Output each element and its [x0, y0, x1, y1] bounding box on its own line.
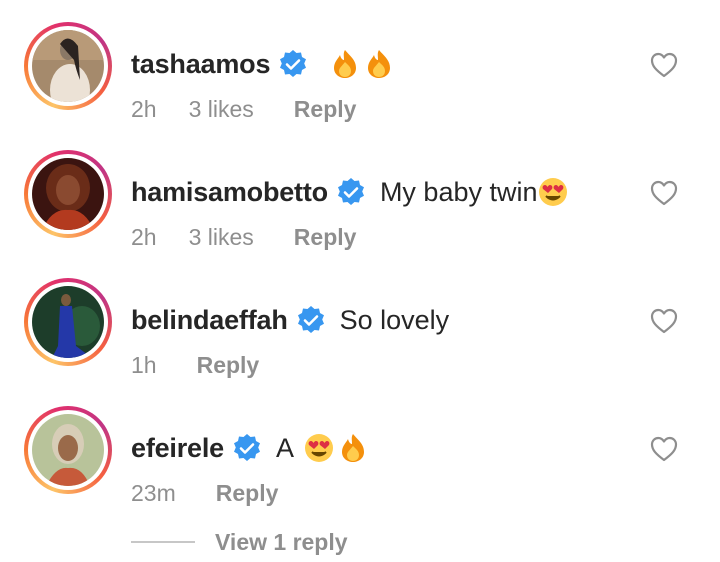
comment-text: So lovely	[339, 304, 450, 335]
comment-item: tashaamos 2h 3 likes Reply	[0, 22, 720, 150]
like-heart-icon[interactable]	[650, 308, 678, 334]
comment-item: belindaeffah So lovely 1h Reply	[0, 278, 720, 406]
reply-button[interactable]: Reply	[294, 224, 357, 251]
comment-time: 2h	[131, 223, 157, 250]
verified-badge-icon	[278, 49, 308, 79]
verified-badge-icon	[336, 177, 366, 207]
avatar[interactable]	[24, 406, 112, 494]
comment-item: efeirele A 23m Reply	[0, 406, 720, 534]
comment-time: 1h	[131, 351, 157, 378]
view-replies-label[interactable]: View 1 reply	[215, 529, 348, 556]
comment-time: 23m	[131, 479, 176, 506]
like-heart-icon[interactable]	[650, 180, 678, 206]
comment-likes[interactable]: 3 likes	[189, 224, 254, 251]
reply-button[interactable]: Reply	[294, 96, 357, 123]
divider-dash	[131, 541, 195, 543]
like-heart-icon[interactable]	[650, 436, 678, 462]
comment-text: My baby twin	[379, 176, 538, 207]
heart-eyes-emoji-icon	[304, 433, 334, 463]
comment-username[interactable]: tashaamos	[131, 49, 270, 80]
heart-eyes-emoji-icon	[538, 177, 568, 207]
reply-button[interactable]: Reply	[216, 480, 279, 507]
comment-time: 2h	[131, 95, 157, 122]
avatar[interactable]	[24, 22, 112, 110]
comment-text: A	[275, 432, 294, 463]
comment-username[interactable]: hamisamobetto	[131, 177, 328, 208]
avatar[interactable]	[24, 278, 112, 366]
comment-username[interactable]: belindaeffah	[131, 305, 288, 336]
verified-badge-icon	[232, 433, 262, 463]
view-replies-toggle[interactable]: View 1 reply	[131, 522, 348, 562]
fire-emoji-icon	[330, 49, 360, 79]
comment-username[interactable]: efeirele	[131, 433, 224, 464]
verified-badge-icon	[296, 305, 326, 335]
fire-emoji-icon	[338, 433, 368, 463]
fire-emoji-icon	[364, 49, 394, 79]
comment-likes[interactable]: 3 likes	[189, 96, 254, 123]
comment-item: hamisamobetto My baby twin 2h 3 likes Re…	[0, 150, 720, 278]
like-heart-icon[interactable]	[650, 52, 678, 78]
reply-button[interactable]: Reply	[197, 352, 260, 379]
avatar[interactable]	[24, 150, 112, 238]
